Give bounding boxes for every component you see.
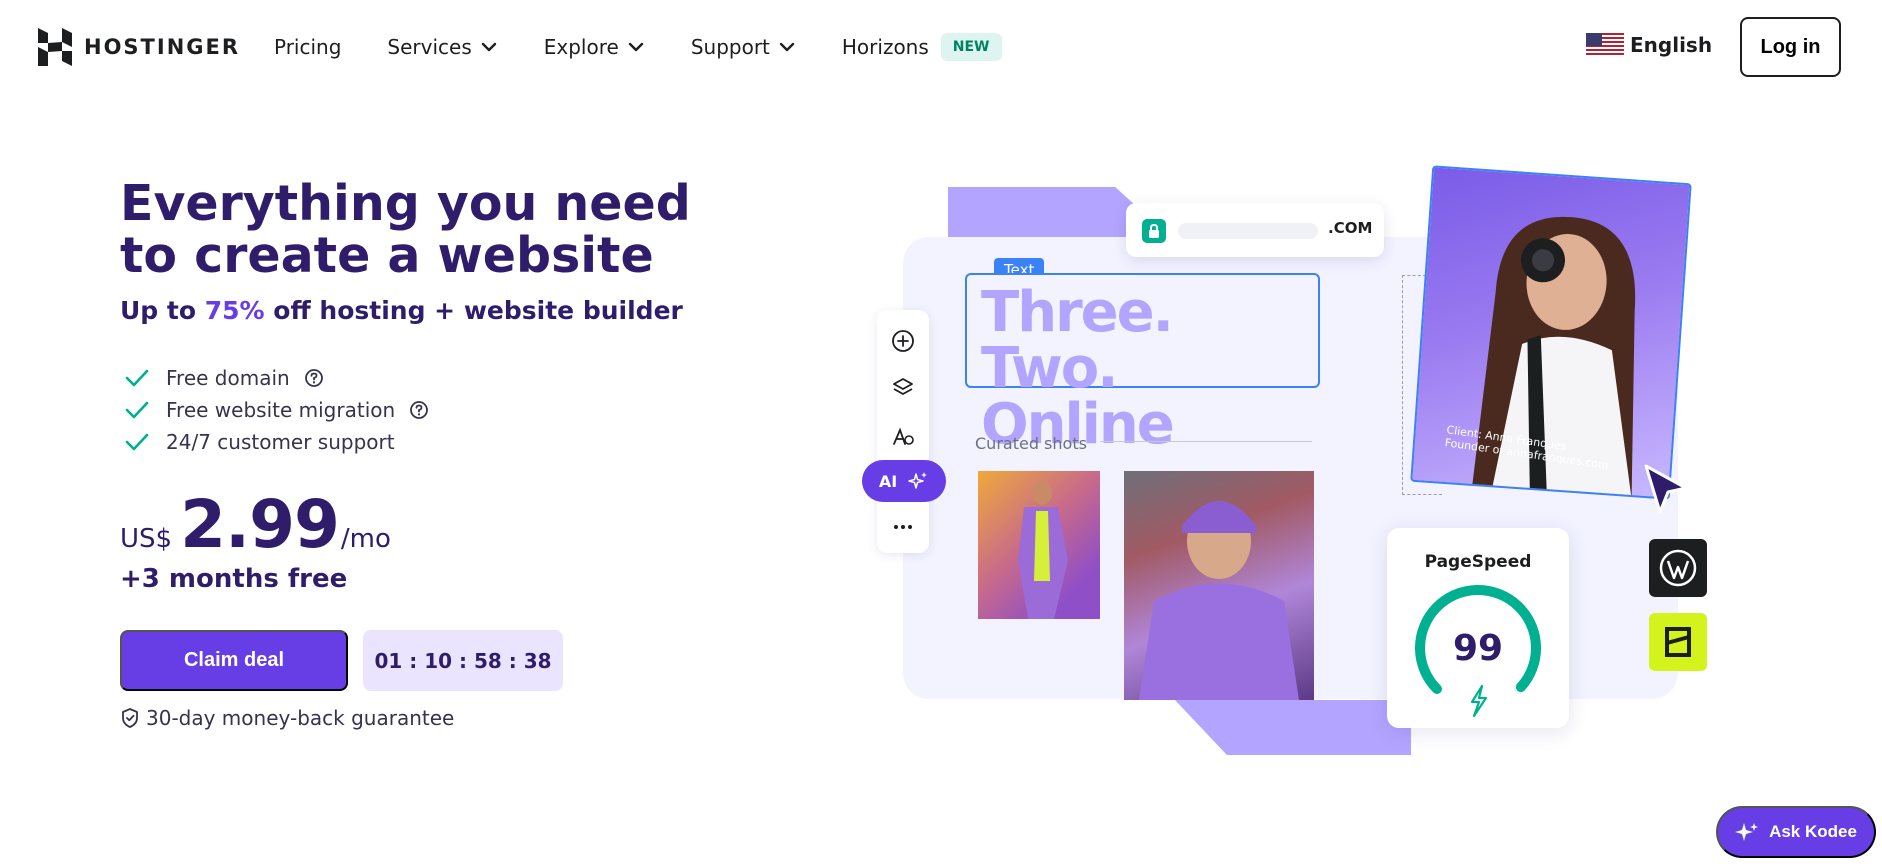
nav-horizons-label: Horizons <box>841 35 929 59</box>
feature-item: Free domain <box>124 362 429 394</box>
fashion-photo <box>1124 471 1314 700</box>
us-flag-icon <box>1586 33 1624 57</box>
chevron-down-icon <box>628 42 644 52</box>
price-period: /mo <box>340 524 391 554</box>
nav-explore-label: Explore <box>543 35 619 59</box>
lightning-icon <box>1470 684 1488 718</box>
nav-horizons[interactable]: Horizons <box>842 35 929 59</box>
pagespeed-score: 99 <box>1452 628 1504 669</box>
price-currency: US$ <box>120 524 173 554</box>
builder-logo-icon <box>1649 613 1707 671</box>
editor-toolbar <box>877 310 929 553</box>
add-icon <box>892 330 914 352</box>
claim-deal-button[interactable]: Claim deal <box>120 630 348 691</box>
money-back-guarantee: 30-day money-back guarantee <box>120 706 454 730</box>
sparkle-icon <box>908 472 928 489</box>
hero-title: Everything you need to create a website <box>120 175 691 284</box>
hostinger-logo[interactable]: HOSTINGER <box>38 28 240 66</box>
chevron-down-icon <box>779 42 795 52</box>
ai-label: AI <box>878 471 898 491</box>
hostinger-logo-icon <box>38 28 72 66</box>
client-photo: Client: Anna Franques Founder of annafra… <box>1410 165 1692 500</box>
hero-subtitle: Up to 75% off hosting + website builder <box>120 296 683 325</box>
fashion-photo <box>978 471 1100 619</box>
top-navigation: HOSTINGER Pricing Services Explore Suppo… <box>0 0 1882 94</box>
feature-text: Free website migration <box>166 398 396 422</box>
pagespeed-label: PageSpeed <box>1424 552 1532 572</box>
price-amount: 2.99 <box>180 486 340 563</box>
language-selector[interactable]: English <box>1586 33 1712 57</box>
nav-pricing[interactable]: Pricing <box>274 35 341 59</box>
feature-item: Free website migration <box>124 394 429 426</box>
nav-support-label: Support <box>690 35 770 59</box>
domain-tld: .COM <box>1328 219 1373 237</box>
lock-icon <box>1142 219 1166 243</box>
nav-services[interactable]: Services <box>387 35 497 59</box>
kodee-sparkle-icon <box>1735 823 1759 841</box>
headline-text: Three. Two. Online <box>981 280 1175 457</box>
decorative-shape <box>948 187 1138 239</box>
more-icon <box>894 525 912 529</box>
nav-support[interactable]: Support <box>691 35 796 59</box>
cursor-pointer-icon <box>1644 464 1688 514</box>
decorative-shape <box>1175 700 1411 755</box>
chevron-down-icon <box>481 42 496 52</box>
language-label: English <box>1630 33 1713 57</box>
feature-item: 24/7 customer support <box>124 426 429 458</box>
ask-kodee-label: Ask Kodee <box>1769 822 1857 841</box>
text-block: Three. Two. Online <box>965 273 1320 453</box>
feature-list: Free domain Free website migration 24/7 … <box>124 362 429 458</box>
feature-text: Free domain <box>166 366 290 390</box>
price: US$ 2.99 /mo <box>120 486 391 563</box>
bonus-months: +3 months free <box>120 564 348 594</box>
nav-explore[interactable]: Explore <box>544 35 645 59</box>
wordpress-icon <box>1649 539 1707 597</box>
domain-bar: .COM <box>1126 203 1384 257</box>
check-icon <box>125 401 149 419</box>
guarantee-text: 30-day money-back guarantee <box>146 706 455 730</box>
nav-services-label: Services <box>387 35 472 59</box>
divider <box>1100 441 1312 442</box>
pagespeed-card: PageSpeed 99 <box>1387 528 1569 728</box>
help-icon[interactable] <box>304 368 324 388</box>
new-badge: NEW <box>940 33 1002 61</box>
feature-text: 24/7 customer support <box>166 430 395 454</box>
nav-pricing-label: Pricing <box>274 35 342 59</box>
shield-check-icon <box>122 708 138 728</box>
subtitle-suffix: off hosting + website builder <box>264 296 683 325</box>
subtitle-prefix: Up to <box>120 296 205 325</box>
layers-icon <box>893 378 913 395</box>
help-icon[interactable] <box>409 400 429 420</box>
login-button[interactable]: Log in <box>1740 17 1841 77</box>
curated-label: Curated shots <box>975 434 1087 453</box>
ai-button: AI <box>862 460 946 502</box>
countdown-timer: 01 : 10 : 58 : 38 <box>363 630 563 691</box>
main-menu: Pricing Services Explore Support Horizon… <box>274 30 1002 64</box>
ask-kodee-button[interactable]: Ask Kodee <box>1716 806 1876 858</box>
url-placeholder <box>1178 223 1318 239</box>
hero-illustration: .COM AI Text Three. Two. Online Curated … <box>860 165 1720 770</box>
brand-name: HOSTINGER <box>84 35 241 59</box>
check-icon <box>125 433 149 451</box>
styles-icon <box>893 427 914 445</box>
check-icon <box>125 369 149 387</box>
discount-highlight: 75% <box>204 296 265 325</box>
